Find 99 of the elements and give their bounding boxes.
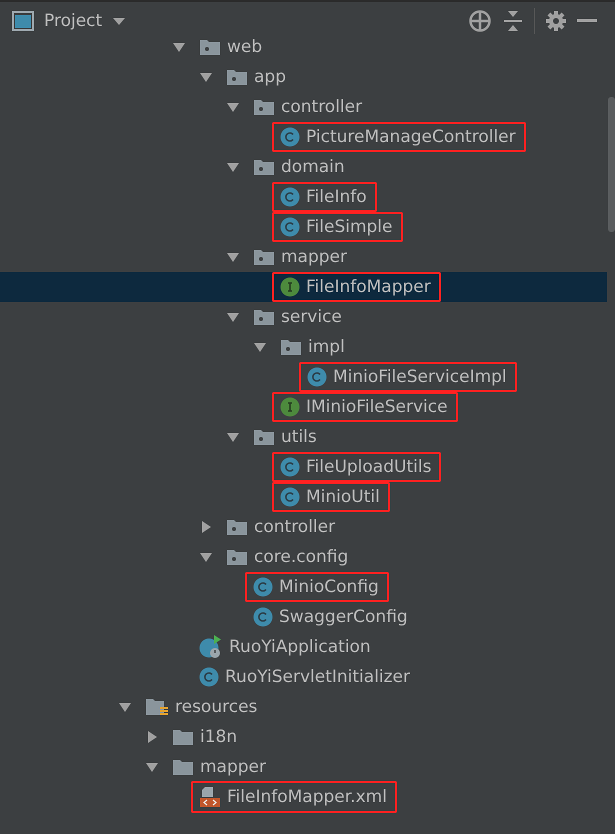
tree-item-label: MinioUtil bbox=[306, 487, 380, 507]
tree-row[interactable]: FileUploadUtils bbox=[0, 452, 607, 482]
tree-item-label: FileSimple bbox=[306, 217, 392, 237]
tree-item-label: RuoYiServletInitializer bbox=[225, 667, 410, 687]
class-icon bbox=[253, 577, 273, 597]
tree-item-label: service bbox=[281, 307, 342, 327]
tree-item-label: SwaggerConfig bbox=[279, 607, 408, 627]
caret-down-icon[interactable] bbox=[172, 40, 186, 54]
tree-item-label: resources bbox=[175, 697, 258, 717]
tree-row[interactable]: resources bbox=[0, 692, 607, 722]
folder-icon bbox=[253, 308, 275, 326]
class-icon bbox=[280, 457, 300, 477]
tree-item-label: i18n bbox=[200, 727, 238, 747]
tree-row[interactable]: domain bbox=[0, 152, 607, 182]
caret-down-icon[interactable] bbox=[145, 760, 159, 774]
tree-row[interactable]: FileSimple bbox=[0, 212, 607, 242]
tree-item-label: FileUploadUtils bbox=[306, 457, 432, 477]
tree-item-label: IMinioFileService bbox=[306, 397, 448, 417]
dropdown-caret-icon[interactable] bbox=[112, 16, 126, 26]
caret-down-icon[interactable] bbox=[199, 70, 213, 84]
tree-item-label: MinioFileServiceImpl bbox=[333, 367, 507, 387]
folder-icon bbox=[253, 158, 275, 176]
tree-item-label: FileInfoMapper.xml bbox=[227, 787, 387, 807]
caret-down-icon[interactable] bbox=[226, 250, 240, 264]
folder-icon bbox=[199, 38, 221, 56]
tree-row[interactable]: web bbox=[0, 32, 607, 62]
tree-row[interactable]: RuoYiApplication bbox=[0, 632, 607, 662]
tree-item-label: web bbox=[227, 37, 262, 57]
xml-file-icon bbox=[199, 786, 221, 808]
tree-row[interactable]: service bbox=[0, 302, 607, 332]
tree-item-label: FileInfoMapper bbox=[306, 277, 431, 297]
tree-item-label: PictureManageController bbox=[306, 127, 516, 147]
caret-down-icon[interactable] bbox=[226, 100, 240, 114]
folder-icon bbox=[253, 98, 275, 116]
class-icon bbox=[280, 127, 300, 147]
run-class-icon bbox=[199, 635, 223, 659]
locate-icon[interactable] bbox=[468, 9, 492, 33]
tree-row[interactable]: MinioFileServiceImpl bbox=[0, 362, 607, 392]
tree-item-label: impl bbox=[308, 337, 345, 357]
tree-row[interactable]: MinioUtil bbox=[0, 482, 607, 512]
folder-icon bbox=[226, 518, 248, 536]
folder-icon bbox=[253, 248, 275, 266]
panel-title[interactable]: Project bbox=[44, 11, 102, 31]
tree-row[interactable]: controller bbox=[0, 92, 607, 122]
tree-row[interactable]: PictureManageController bbox=[0, 122, 607, 152]
tree-row[interactable]: RuoYiServletInitializer bbox=[0, 662, 607, 692]
class-icon bbox=[307, 367, 327, 387]
tree-row[interactable]: MinioConfig bbox=[0, 572, 607, 602]
tree-row[interactable]: SwaggerConfig bbox=[0, 602, 607, 632]
tree-row[interactable]: FileInfoMapper bbox=[0, 272, 607, 302]
tree-row[interactable]: controller bbox=[0, 512, 607, 542]
interface-icon bbox=[280, 277, 300, 297]
caret-down-icon[interactable] bbox=[253, 340, 267, 354]
settings-icon[interactable] bbox=[545, 10, 567, 32]
tree-item-label: mapper bbox=[281, 247, 348, 267]
class-icon bbox=[199, 667, 219, 687]
class-icon bbox=[280, 187, 300, 207]
class-icon bbox=[253, 607, 273, 627]
tree-item-label: app bbox=[254, 67, 286, 87]
tree-row[interactable]: FileInfoMapper.xml bbox=[0, 782, 607, 812]
tree-item-label: RuoYiApplication bbox=[229, 637, 371, 657]
tree-row[interactable]: i18n bbox=[0, 722, 607, 752]
class-icon bbox=[280, 217, 300, 237]
tree-row[interactable]: IMinioFileService bbox=[0, 392, 607, 422]
tree-item-label: FileInfo bbox=[306, 187, 367, 207]
tree-row[interactable]: app bbox=[0, 62, 607, 92]
caret-down-icon[interactable] bbox=[199, 550, 213, 564]
tree-row[interactable]: impl bbox=[0, 332, 607, 362]
tree-row[interactable]: mapper bbox=[0, 242, 607, 272]
caret-down-icon[interactable] bbox=[226, 430, 240, 444]
tree-item-label: MinioConfig bbox=[279, 577, 379, 597]
folder-icon bbox=[172, 758, 194, 776]
caret-down-icon[interactable] bbox=[118, 700, 132, 714]
tree-row[interactable]: FileInfo bbox=[0, 182, 607, 212]
folder-icon bbox=[226, 548, 248, 566]
collapse-all-icon[interactable] bbox=[502, 9, 524, 33]
tree-row[interactable]: core.config bbox=[0, 542, 607, 572]
class-icon bbox=[280, 487, 300, 507]
tree-item-label: utils bbox=[281, 427, 317, 447]
tree-item-label: controller bbox=[254, 517, 336, 537]
tree-row[interactable]: utils bbox=[0, 422, 607, 452]
tree-item-label: controller bbox=[281, 97, 362, 117]
caret-down-icon[interactable] bbox=[226, 160, 240, 174]
tree-item-label: mapper bbox=[200, 757, 266, 777]
tree-item-label: core.config bbox=[254, 547, 348, 567]
folder-icon bbox=[172, 728, 194, 746]
scrollbar-thumb[interactable] bbox=[608, 97, 615, 232]
window-icon bbox=[12, 11, 34, 31]
tree-item-label: domain bbox=[281, 157, 345, 177]
resource-folder-icon bbox=[145, 697, 169, 717]
caret-down-icon[interactable] bbox=[226, 310, 240, 324]
tree-row[interactable]: mapper bbox=[0, 752, 607, 782]
minimize-icon[interactable] bbox=[577, 19, 597, 23]
interface-icon bbox=[280, 397, 300, 417]
caret-right-icon[interactable] bbox=[145, 730, 159, 744]
folder-icon bbox=[253, 428, 275, 446]
caret-right-icon[interactable] bbox=[199, 520, 213, 534]
folder-icon bbox=[226, 68, 248, 86]
folder-icon bbox=[280, 338, 302, 356]
